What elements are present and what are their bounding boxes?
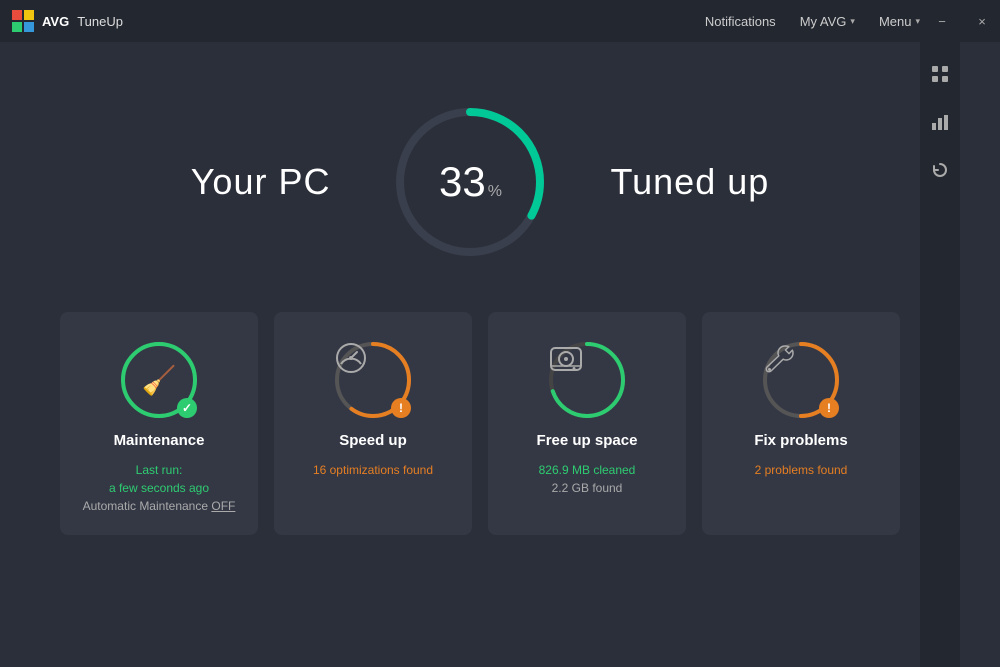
fix-problems-card[interactable]: ! Fix problems 2 problems found: [702, 312, 900, 535]
free-space-found: 2.2 GB found: [552, 481, 623, 495]
notifications-button[interactable]: Notifications: [705, 14, 776, 29]
titlebar-left: AVG TuneUp: [12, 10, 123, 32]
fix-problems-badge: !: [819, 398, 839, 418]
hdd-icon: [547, 340, 585, 378]
titlebar-nav: Notifications My AVG ▾ Menu ▾: [705, 0, 920, 42]
speed-up-title: Speed up: [339, 432, 407, 449]
menu-chevron-icon: ▾: [915, 16, 920, 27]
minimize-button[interactable]: −: [924, 0, 960, 42]
score-percent: %: [488, 183, 502, 201]
speed-up-ring: !: [333, 340, 413, 420]
titlebar-controls: − ×: [924, 0, 1000, 42]
speed-up-subtitle: 16 optimizations found: [313, 461, 433, 479]
fix-problems-title: Fix problems: [754, 432, 847, 449]
speed-up-badge: !: [391, 398, 411, 418]
bar-chart-icon[interactable]: [924, 106, 956, 138]
free-space-subtitle: 826.9 MB cleaned 2.2 GB found: [539, 461, 636, 497]
maintenance-subtitle: Last run:a few seconds ago Automatic Mai…: [83, 461, 236, 515]
fix-problems-detail: 2 problems found: [755, 463, 848, 477]
free-space-cleaned: 826.9 MB cleaned: [539, 463, 636, 477]
score-display: 33 %: [439, 161, 502, 203]
wrench-icon: [761, 340, 797, 376]
titlebar: AVG TuneUp Notifications My AVG ▾ Menu ▾…: [0, 0, 1000, 42]
score-section: Your PC 33 % Tuned up: [191, 102, 770, 262]
maintenance-ring: 🧹 ✓: [119, 340, 199, 420]
maintenance-icon: 🧹: [142, 364, 177, 397]
maintenance-title: Maintenance: [114, 432, 205, 449]
speed-up-detail: 16 optimizations found: [313, 463, 433, 477]
grid-icon[interactable]: [924, 58, 956, 90]
fix-problems-subtitle: 2 problems found: [755, 461, 848, 479]
content-area: Your PC 33 % Tuned up: [0, 42, 960, 667]
cards-section: 🧹 ✓ Maintenance Last run:a few seconds a…: [0, 312, 960, 535]
maintenance-card[interactable]: 🧹 ✓ Maintenance Last run:a few seconds a…: [60, 312, 258, 535]
your-pc-label: Your PC: [191, 161, 331, 203]
score-circle: 33 %: [390, 102, 550, 262]
fix-problems-ring: !: [761, 340, 841, 420]
maintenance-auto: Automatic Maintenance OFF: [83, 499, 236, 513]
speedometer-icon: [333, 340, 369, 376]
menu-button[interactable]: Menu ▾: [879, 14, 920, 29]
maintenance-last-run: Last run:a few seconds ago: [109, 463, 209, 495]
maintenance-off-link[interactable]: OFF: [211, 499, 235, 513]
free-space-title: Free up space: [537, 432, 638, 449]
refresh-icon[interactable]: [924, 154, 956, 186]
free-space-ring: [547, 340, 627, 420]
tuned-up-label: Tuned up: [610, 161, 769, 203]
right-sidebar: [920, 42, 960, 667]
close-button[interactable]: ×: [964, 0, 1000, 42]
main-area: Your PC 33 % Tuned up: [0, 42, 960, 667]
score-value: 33: [439, 161, 486, 203]
free-space-card[interactable]: Free up space 826.9 MB cleaned 2.2 GB fo…: [488, 312, 686, 535]
my-avg-button[interactable]: My AVG ▾: [800, 14, 855, 29]
avg-logo-icon: [12, 10, 34, 32]
app-title: TuneUp: [77, 14, 123, 29]
avg-prefix: AVG: [42, 14, 69, 29]
my-avg-chevron-icon: ▾: [850, 16, 855, 27]
maintenance-badge: ✓: [177, 398, 197, 418]
speed-up-card[interactable]: ! Speed up 16 optimizations found: [274, 312, 472, 535]
